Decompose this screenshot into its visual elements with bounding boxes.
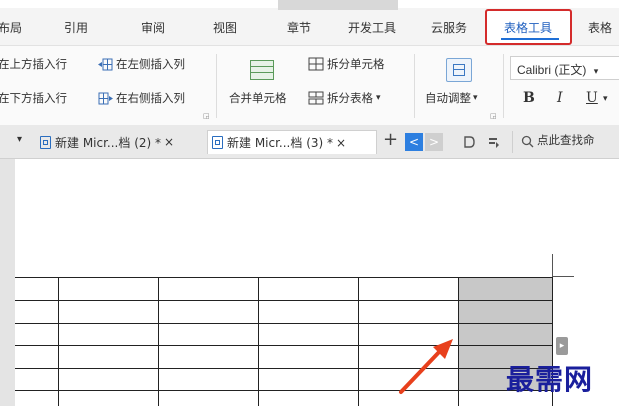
auto-fit-label: 自动调整 [425, 91, 471, 105]
split-table-icon [308, 91, 324, 105]
doc-tab-2[interactable]: 新建 Micr...档 (2) * × [36, 130, 204, 154]
table-row-border [15, 390, 553, 391]
table-column-border [258, 277, 259, 406]
new-tab-button[interactable]: + [383, 129, 398, 150]
merge-cells-button[interactable]: 合并单元格 [229, 90, 287, 106]
ribbon-tab-bar: 布局 引用 审阅 视图 章节 开发工具 云服务 表格工具 表格 [0, 0, 619, 45]
dialog-launcher-icon[interactable]: ◲ [490, 112, 497, 120]
doc-tab-3-label: 新建 Micr...档 (3) * [227, 136, 334, 150]
close-icon[interactable]: × [336, 136, 346, 150]
split-table-label: 拆分表格 [327, 91, 373, 105]
watermark-text: 最需网 [506, 363, 594, 396]
next-tab-button[interactable]: > [425, 133, 443, 151]
insert-column-left-icon [98, 58, 113, 70]
active-tab-underline [501, 38, 559, 40]
auto-fit-caret-icon: ▾ [473, 93, 478, 103]
merge-cells-icon[interactable] [250, 60, 274, 80]
insert-col-left-button[interactable]: 在左侧插入列 [98, 56, 185, 72]
insert-row-above-button[interactable]: 在上方插入行 [0, 56, 67, 72]
table-row-border [15, 323, 553, 324]
prev-tab-button[interactable]: < [405, 133, 423, 151]
tab-table-tools[interactable]: 表格工具 [504, 19, 552, 36]
tab-references[interactable]: 引用 [64, 19, 88, 36]
split-cells-label: 拆分单元格 [327, 57, 385, 71]
title-strip-segment [278, 0, 398, 10]
title-strip [0, 0, 619, 10]
table-column-border [158, 277, 159, 406]
insert-col-right-label: 在右侧插入列 [116, 91, 185, 105]
bold-button[interactable]: B [523, 90, 535, 106]
tab-layout[interactable]: 布局 [0, 19, 22, 36]
pointer-arrow-icon [399, 339, 453, 394]
insert-column-right-icon [98, 92, 113, 104]
group-separator [414, 54, 415, 118]
doc-tab-3[interactable]: 新建 Micr...档 (3) * × [207, 130, 377, 154]
insert-row-below-button[interactable]: 在下方插入行 [0, 90, 67, 106]
tab-section[interactable]: 章节 [287, 19, 311, 36]
insert-row-above-label: 在上方插入行 [0, 57, 67, 71]
search-icon [521, 135, 534, 148]
font-dropdown-caret-icon: ▾ [593, 66, 599, 76]
tab-review[interactable]: 审阅 [141, 19, 165, 36]
insert-row-below-label: 在下方插入行 [0, 91, 67, 105]
dialog-launcher-icon[interactable]: ◲ [203, 112, 210, 120]
tab-list-dropdown-icon[interactable]: ▾ [17, 134, 22, 145]
font-name-select[interactable]: Calibri (正文) ▾ [510, 56, 619, 80]
margin-corner-mark [552, 276, 574, 277]
split-cells-button[interactable]: 拆分单元格 [308, 56, 385, 72]
close-icon[interactable]: × [164, 135, 174, 149]
tab-view[interactable]: 视图 [213, 19, 237, 36]
split-table-caret-icon: ▾ [376, 93, 381, 103]
auto-fit-button[interactable]: 自动调整 ▾ [425, 90, 478, 106]
table-column-border [358, 277, 359, 406]
italic-button[interactable]: I [557, 90, 563, 106]
table-resize-handle[interactable]: ▸ [556, 337, 568, 355]
tab-cloud-service[interactable]: 云服务 [431, 19, 467, 36]
font-name-value: Calibri (正文) [517, 63, 587, 77]
table-row-border [15, 300, 553, 301]
underline-button[interactable]: U [586, 90, 598, 106]
table-row-border [15, 345, 553, 346]
toolbar-divider [512, 131, 513, 153]
table-row-border [15, 277, 553, 278]
document-icon [40, 135, 51, 149]
margin-corner-mark [552, 254, 553, 276]
split-cells-icon [308, 57, 324, 71]
auto-fit-icon[interactable] [446, 58, 472, 82]
document-menu-icon[interactable] [463, 136, 475, 148]
tab-table-style[interactable]: 表格 [588, 19, 612, 36]
group-separator [503, 54, 504, 118]
underline-caret-icon[interactable]: ▾ [603, 94, 608, 104]
filter-icon[interactable] [488, 136, 500, 148]
table-column-border [58, 277, 59, 406]
group-separator [216, 54, 217, 118]
tab-developer-tools[interactable]: 开发工具 [348, 19, 396, 36]
command-search-input[interactable]: 点此查找命 [537, 132, 595, 148]
left-gutter [0, 159, 15, 406]
split-table-button[interactable]: 拆分表格 ▾ [308, 90, 381, 106]
document-icon [212, 136, 223, 149]
document-tab-bar: ▾ 新建 Micr...档 (2) * × 新建 Micr...档 (3) * … [0, 125, 619, 159]
merge-cells-label: 合并单元格 [229, 91, 287, 105]
table-row-border [15, 368, 553, 369]
insert-col-right-button[interactable]: 在右侧插入列 [98, 90, 185, 106]
doc-tab-2-label: 新建 Micr...档 (2) * [55, 135, 162, 150]
ribbon-panel: 在上方插入行 在左侧插入列 在下方插入行 在右侧插入列 ◲ 合并单元格 拆分单元… [0, 45, 619, 126]
insert-col-left-label: 在左侧插入列 [116, 57, 185, 71]
